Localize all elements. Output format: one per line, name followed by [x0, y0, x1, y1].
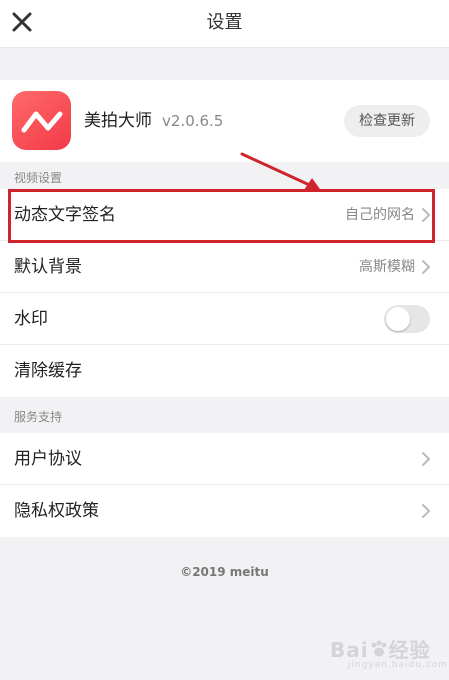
- toggle-knob: [386, 307, 410, 331]
- app-name: 美拍大师: [84, 111, 152, 131]
- row-label: 用户协议: [14, 449, 82, 469]
- row-label: 动态文字签名: [14, 205, 116, 225]
- chevron-right-icon: [422, 504, 430, 518]
- row-label: 水印: [14, 309, 48, 329]
- close-icon: [12, 12, 32, 32]
- row-watermark: 水印: [0, 293, 449, 345]
- row-label: 默认背景: [14, 257, 82, 277]
- row-default-background[interactable]: 默认背景 高斯模糊: [0, 241, 449, 293]
- nav-header: 设置: [0, 0, 449, 48]
- row-value: 高斯模糊: [359, 259, 415, 275]
- row-dynamic-text-signature[interactable]: 动态文字签名 自己的网名: [0, 189, 449, 241]
- close-button[interactable]: [6, 6, 38, 38]
- page-title: 设置: [206, 12, 243, 33]
- watermark-sub: jingyan.baidu.com: [348, 660, 449, 670]
- row-clear-cache[interactable]: 清除缓存: [0, 345, 449, 397]
- app-logo: [12, 91, 71, 150]
- watermark-toggle[interactable]: [384, 305, 430, 333]
- chevron-right-icon: [422, 208, 430, 222]
- app-logo-icon: [21, 111, 62, 132]
- chevron-right-icon: [422, 260, 430, 274]
- watermark-brand: Bai 经验: [330, 638, 431, 662]
- chevron-right-icon: [422, 452, 430, 466]
- app-version: v2.0.6.5: [162, 112, 224, 130]
- copyright-text: ©2019 meitu: [180, 565, 269, 579]
- app-info-card: 美拍大师 v2.0.6.5 检查更新: [0, 80, 449, 162]
- row-value: 自己的网名: [345, 207, 415, 223]
- baidu-watermark: Bai 经验 jingyan.baidu.com: [330, 624, 448, 676]
- row-label: 清除缓存: [14, 361, 82, 381]
- service-list: 用户协议 隐私权政策: [0, 433, 449, 537]
- video-settings-list: 动态文字签名 自己的网名 默认背景 高斯模糊 水印 清除缓存: [0, 189, 449, 397]
- paw-icon: [371, 640, 387, 657]
- section-label-service: 服务支持: [14, 410, 63, 424]
- check-update-button[interactable]: 检查更新: [344, 105, 430, 137]
- row-privacy-policy[interactable]: 隐私权政策: [0, 485, 449, 537]
- section-label-video: 视频设置: [14, 171, 63, 185]
- row-user-agreement[interactable]: 用户协议: [0, 433, 449, 485]
- row-label: 隐私权政策: [14, 501, 99, 521]
